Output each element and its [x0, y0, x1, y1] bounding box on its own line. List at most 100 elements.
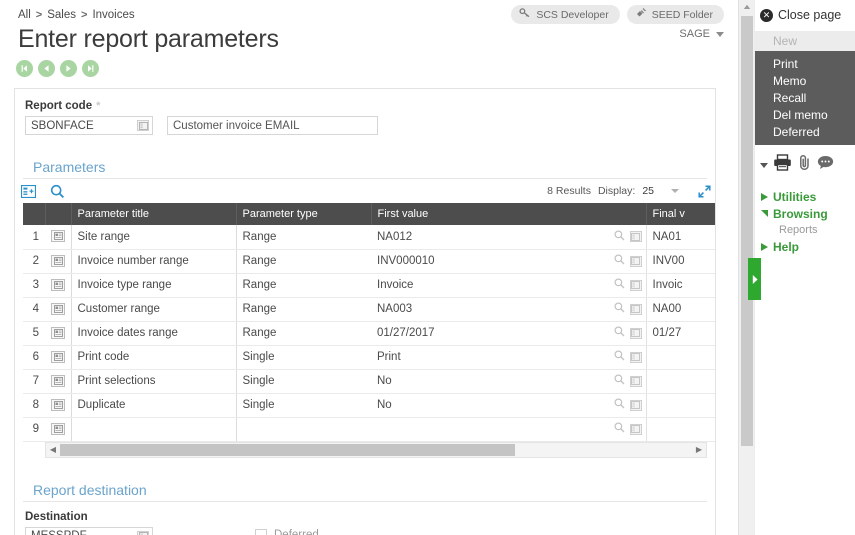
scroll-right-icon[interactable]: ▶: [692, 445, 706, 454]
cell-lookup-icon[interactable]: [630, 376, 642, 387]
breadcrumb-item-sales[interactable]: Sales: [47, 9, 76, 21]
grid-horizontal-scrollbar[interactable]: ◀ ▶: [45, 442, 707, 458]
first-record-button[interactable]: [16, 60, 33, 77]
scroll-thumb[interactable]: [60, 444, 515, 456]
deferred-checkbox-group[interactable]: Deferred: [255, 527, 319, 535]
cell-search-icon[interactable]: [614, 350, 625, 364]
row-detail-button[interactable]: [45, 273, 71, 297]
cell-search-icon[interactable]: [614, 422, 625, 436]
cell-parameter-title[interactable]: Customer range: [71, 297, 236, 321]
page-scroll-thumb[interactable]: [741, 16, 753, 446]
row-detail-button[interactable]: [45, 321, 71, 345]
row-detail-icon[interactable]: [51, 303, 65, 315]
triangle-right-icon[interactable]: [761, 193, 768, 201]
cell-lookup-icon[interactable]: [630, 400, 642, 411]
cell-lookup-icon[interactable]: [630, 256, 642, 267]
display-chevron-down-icon[interactable]: [671, 189, 679, 193]
close-page-button[interactable]: ✕ Close page: [755, 0, 855, 22]
account-menu[interactable]: SAGE: [679, 28, 724, 40]
grid-search-icon[interactable]: [50, 184, 65, 199]
cell-search-icon[interactable]: [614, 254, 625, 268]
cell-parameter-type[interactable]: Single: [236, 345, 371, 369]
triangle-down-icon[interactable]: [761, 210, 768, 217]
cell-parameter-type[interactable]: Range: [236, 321, 371, 345]
cell-search-icon[interactable]: [614, 302, 625, 316]
scroll-up-icon[interactable]: [739, 0, 754, 14]
row-detail-icon[interactable]: [51, 255, 65, 267]
cell-lookup-icon[interactable]: [630, 424, 642, 435]
display-value[interactable]: 25: [642, 185, 654, 197]
cell-final-value[interactable]: Invoic: [646, 273, 716, 297]
cell-final-value[interactable]: INV00: [646, 249, 716, 273]
column-header-final-value[interactable]: Final v: [646, 203, 716, 225]
cell-parameter-type[interactable]: Single: [236, 369, 371, 393]
table-row[interactable]: 9: [23, 417, 716, 441]
row-detail-icon[interactable]: [51, 351, 65, 363]
panel-collapse-handle[interactable]: [748, 258, 761, 300]
tree-item-browsing[interactable]: Browsing: [761, 205, 855, 222]
column-header-parameter-type[interactable]: Parameter type: [236, 203, 371, 225]
scs-developer-badge[interactable]: SCS Developer: [511, 5, 619, 24]
scroll-track[interactable]: [60, 443, 692, 457]
cell-lookup-icon[interactable]: [630, 280, 642, 291]
cell-lookup-icon[interactable]: [630, 304, 642, 315]
column-header-first-value[interactable]: First value: [371, 203, 646, 225]
row-detail-icon[interactable]: [51, 375, 65, 387]
cell-first-value[interactable]: 01/27/2017: [371, 321, 646, 345]
row-detail-button[interactable]: [45, 249, 71, 273]
row-detail-button[interactable]: [45, 225, 71, 249]
report-description-input[interactable]: Customer invoice EMAIL: [167, 116, 378, 135]
row-detail-button[interactable]: [45, 297, 71, 321]
next-record-button[interactable]: [60, 60, 77, 77]
table-row[interactable]: 8DuplicateSingleNo: [23, 393, 716, 417]
print-icon[interactable]: [773, 154, 792, 176]
table-row[interactable]: 5Invoice dates rangeRange01/27/201701/27: [23, 321, 716, 345]
previous-record-button[interactable]: [38, 60, 55, 77]
cell-lookup-icon[interactable]: [630, 231, 642, 242]
menu-item-memo[interactable]: Memo: [755, 72, 855, 89]
cell-parameter-title[interactable]: Invoice type range: [71, 273, 236, 297]
cell-first-value[interactable]: [371, 417, 646, 441]
cell-lookup-icon[interactable]: [630, 328, 642, 339]
menu-item-deferred[interactable]: Deferred: [755, 123, 855, 140]
row-detail-icon[interactable]: [51, 230, 65, 242]
new-button[interactable]: New: [755, 31, 855, 51]
row-detail-icon[interactable]: [51, 399, 65, 411]
tree-item-help[interactable]: Help: [761, 238, 855, 255]
report-code-lookup-icon[interactable]: [137, 120, 149, 131]
table-row[interactable]: 2Invoice number rangeRangeINV000010INV00: [23, 249, 716, 273]
triangle-right-icon[interactable]: [761, 243, 768, 251]
cell-parameter-title[interactable]: Print selections: [71, 369, 236, 393]
table-row[interactable]: 3Invoice type rangeRangeInvoiceInvoic: [23, 273, 716, 297]
cell-parameter-title[interactable]: Print code: [71, 345, 236, 369]
cell-search-icon[interactable]: [614, 398, 625, 412]
destination-lookup-icon[interactable]: [137, 531, 149, 535]
row-detail-button[interactable]: [45, 417, 71, 441]
report-code-input[interactable]: SBONFACE: [25, 116, 153, 135]
tree-item-utilities[interactable]: Utilities: [761, 188, 855, 205]
column-header-parameter-title[interactable]: Parameter title: [71, 203, 236, 225]
cell-final-value[interactable]: [646, 369, 716, 393]
grid-detail-icon[interactable]: [21, 185, 36, 198]
cell-final-value[interactable]: [646, 345, 716, 369]
attach-icon[interactable]: [797, 154, 812, 176]
cell-parameter-type[interactable]: Range: [236, 273, 371, 297]
cell-search-icon[interactable]: [614, 230, 625, 244]
cell-parameter-type[interactable]: [236, 417, 371, 441]
tree-subitem-reports[interactable]: Reports: [761, 222, 855, 238]
row-detail-icon[interactable]: [51, 423, 65, 435]
breadcrumb-item-all[interactable]: All: [18, 9, 31, 21]
cell-first-value[interactable]: INV000010: [371, 249, 646, 273]
cell-final-value[interactable]: 01/27: [646, 321, 716, 345]
deferred-checkbox[interactable]: [255, 529, 267, 535]
menu-item-del-memo[interactable]: Del memo: [755, 106, 855, 123]
toolbar-chevron-down-icon[interactable]: [760, 163, 768, 168]
cell-final-value[interactable]: [646, 417, 716, 441]
cell-parameter-title[interactable]: Invoice number range: [71, 249, 236, 273]
seed-folder-badge[interactable]: SEED Folder: [627, 5, 724, 24]
cell-search-icon[interactable]: [614, 374, 625, 388]
cell-final-value[interactable]: [646, 393, 716, 417]
expand-grid-icon[interactable]: [698, 185, 711, 198]
cell-parameter-title[interactable]: Duplicate: [71, 393, 236, 417]
cell-final-value[interactable]: NA01: [646, 225, 716, 249]
